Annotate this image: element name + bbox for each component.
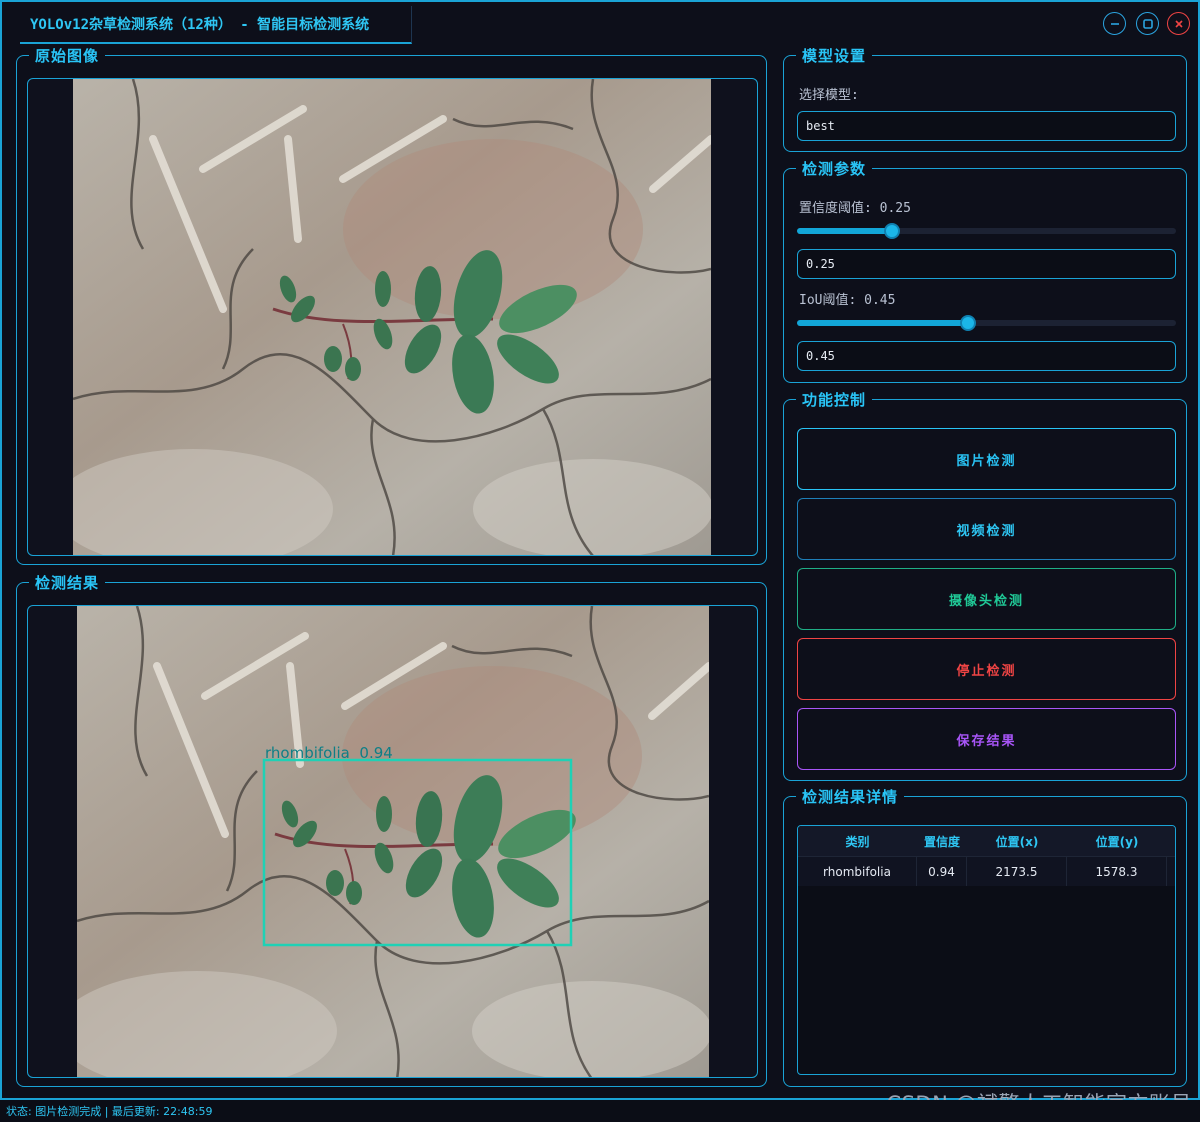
detection-result-title: 检测结果 bbox=[29, 572, 106, 593]
title-bar: YOLOv12杂草检测系统（12种） - 智能目标检测系统 bbox=[2, 2, 1198, 44]
original-image bbox=[73, 79, 711, 555]
detection-result-panel: 检测结果 rhombifolia 0.94 bbox=[16, 572, 767, 1087]
conf-threshold-label: 置信度阈值: 0.25 bbox=[799, 201, 911, 216]
column-header-class[interactable]: 类别 bbox=[798, 826, 917, 856]
original-image-panel: 原始图像 bbox=[16, 45, 767, 565]
column-header-y[interactable]: 位置(y) bbox=[1067, 826, 1167, 856]
results-table: 类别 置信度 位置(x) 位置(y) rhombifolia 0.94 2173… bbox=[797, 825, 1176, 1075]
result-image: rhombifolia 0.94 bbox=[77, 606, 709, 1077]
original-image-frame bbox=[27, 78, 758, 556]
close-button[interactable] bbox=[1167, 12, 1190, 35]
conf-slider-fill bbox=[797, 228, 892, 234]
original-image-title: 原始图像 bbox=[29, 45, 106, 66]
iou-slider-handle[interactable] bbox=[959, 315, 976, 331]
stop-detect-button[interactable]: 停止检测 bbox=[797, 638, 1176, 700]
table-header: 类别 置信度 位置(x) 位置(y) bbox=[798, 826, 1175, 856]
model-settings-panel: 模型设置 选择模型: best bbox=[783, 45, 1187, 152]
table-row[interactable]: rhombifolia 0.94 2173.5 1578.3 bbox=[798, 856, 1175, 886]
table-cell-x: 2173.5 bbox=[967, 857, 1067, 886]
minimize-icon bbox=[1110, 22, 1119, 25]
table-cell-y: 1578.3 bbox=[1067, 857, 1167, 886]
detection-label: rhombifolia 0.94 bbox=[265, 744, 393, 762]
iou-value-input[interactable]: 0.45 bbox=[797, 341, 1176, 371]
model-select-label: 选择模型: bbox=[799, 88, 859, 103]
function-controls-title: 功能控制 bbox=[796, 389, 873, 410]
video-detect-button[interactable]: 视频检测 bbox=[797, 498, 1176, 560]
function-controls-panel: 功能控制 图片检测 视频检测 摄像头检测 停止检测 保存结果 bbox=[783, 389, 1187, 781]
model-settings-title: 模型设置 bbox=[796, 45, 873, 66]
conf-slider[interactable] bbox=[797, 223, 1176, 239]
column-header-confidence[interactable]: 置信度 bbox=[917, 826, 967, 856]
detection-details-title: 检测结果详情 bbox=[796, 786, 905, 807]
maximize-button[interactable] bbox=[1136, 12, 1159, 35]
detection-params-panel: 检测参数 置信度阈值: 0.25 0.25 IoU阈值: 0.45 0.45 bbox=[783, 158, 1187, 383]
conf-value-input[interactable]: 0.25 bbox=[797, 249, 1176, 279]
iou-threshold-label: IoU阈值: 0.45 bbox=[799, 293, 896, 308]
result-image-frame: rhombifolia 0.94 bbox=[27, 605, 758, 1078]
iou-slider-fill bbox=[797, 320, 968, 326]
table-cell-class: rhombifolia bbox=[798, 857, 917, 886]
minimize-button[interactable] bbox=[1103, 12, 1126, 35]
column-header-x[interactable]: 位置(x) bbox=[967, 826, 1067, 856]
conf-slider-handle[interactable] bbox=[883, 223, 900, 239]
detection-params-title: 检测参数 bbox=[796, 158, 873, 179]
window-title: YOLOv12杂草检测系统（12种） - 智能目标检测系统 bbox=[20, 6, 412, 44]
app-window: YOLOv12杂草检测系统（12种） - 智能目标检测系统 原始图像 检测结果 … bbox=[0, 0, 1200, 1100]
maximize-icon bbox=[1142, 18, 1153, 29]
model-select[interactable]: best bbox=[797, 111, 1176, 141]
camera-detect-button[interactable]: 摄像头检测 bbox=[797, 568, 1176, 630]
image-detect-button[interactable]: 图片检测 bbox=[797, 428, 1176, 490]
iou-slider[interactable] bbox=[797, 315, 1176, 331]
save-result-button[interactable]: 保存结果 bbox=[797, 708, 1176, 770]
status-bar: 状态: 图片检测完成 | 最后更新: 22:48:59 bbox=[0, 1100, 1200, 1122]
table-cell-confidence: 0.94 bbox=[917, 857, 967, 886]
close-icon bbox=[1174, 19, 1183, 28]
detection-details-panel: 检测结果详情 类别 置信度 位置(x) 位置(y) rhombifolia 0.… bbox=[783, 786, 1187, 1087]
